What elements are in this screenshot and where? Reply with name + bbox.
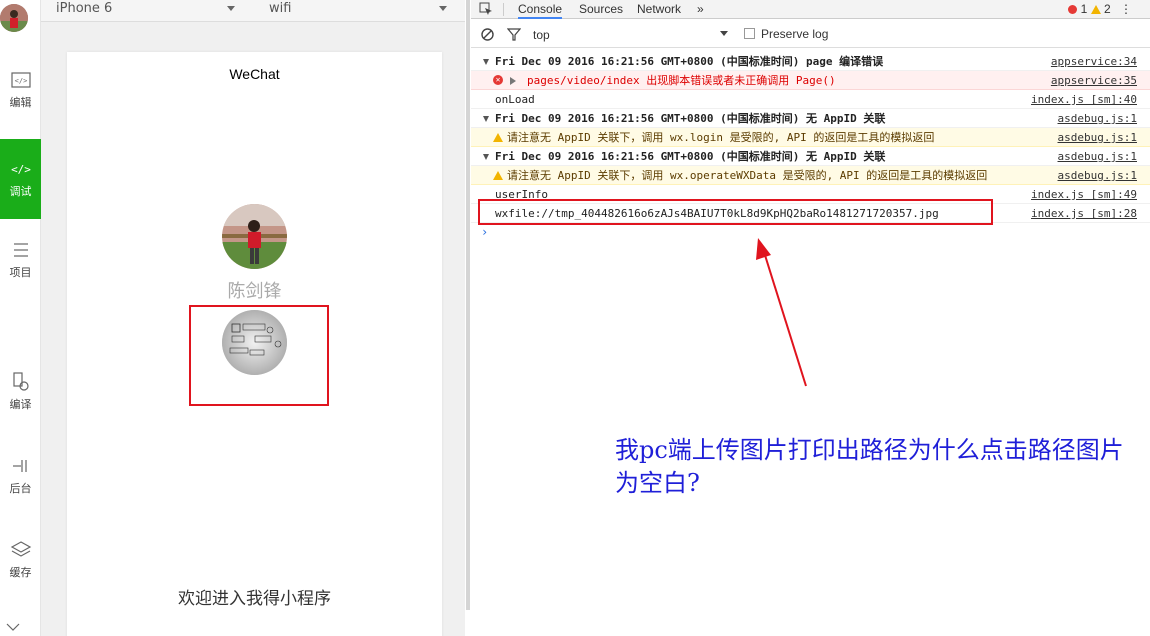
log-source-link[interactable]: index.js [sm]:28	[1031, 204, 1137, 223]
device-select[interactable]: iPhone 6	[56, 0, 112, 18]
error-count: 1	[1080, 2, 1088, 16]
chevron-down-icon[interactable]	[227, 6, 235, 11]
context-select[interactable]: top	[533, 28, 550, 42]
list-item[interactable]: 请注意无 AppID 关联下，调用 wx.login 是受限的, API 的返回…	[471, 128, 1150, 147]
menu-lines-icon	[13, 243, 28, 257]
left-sidebar: </> 编辑 </> 调试 项目 编译 后台 缓存	[0, 0, 41, 636]
highlight-box-image	[189, 305, 329, 406]
tab-divider	[503, 3, 504, 16]
sidebar-item-label: 缓存	[9, 566, 32, 579]
sidebar-item-label: 编译	[9, 398, 32, 411]
compile-icon	[12, 372, 29, 391]
network-select[interactable]: wifi	[269, 0, 291, 18]
list-item[interactable]: Fri Dec 09 2016 16:21:56 GMT+0800 (中国标准时…	[471, 147, 1150, 166]
more-vert-icon[interactable]: ⋮	[1120, 2, 1132, 16]
list-item[interactable]: Fri Dec 09 2016 16:21:56 GMT+0800 (中国标准时…	[471, 52, 1150, 71]
sidebar-item-compile[interactable]: 编译	[0, 372, 41, 412]
simulator-toolbar: iPhone 6 wifi	[41, 0, 465, 22]
sidebar-item-debug[interactable]: </> 调试	[0, 139, 41, 219]
log-source-link[interactable]: asdebug.js:1	[1058, 109, 1137, 128]
sidebar-item-cache[interactable]: 缓存	[0, 540, 41, 580]
warning-count: 2	[1103, 2, 1111, 16]
user-nickname: 陈剑锋	[227, 281, 282, 302]
list-item[interactable]: onLoad index.js [sm]:40	[471, 90, 1150, 109]
sidebar-item-label: 编辑	[9, 96, 32, 109]
chevron-down-icon[interactable]	[439, 6, 447, 11]
console-toolbar: top Preserve log	[471, 20, 1150, 48]
list-item[interactable]: Fri Dec 09 2016 16:21:56 GMT+0800 (中国标准时…	[471, 109, 1150, 128]
avatar-photo-icon	[0, 4, 28, 32]
annotation-text: 我pc端上传图片打印出路径为什么点击路径图片为空白?	[615, 436, 1124, 497]
tab-console[interactable]: Console	[518, 0, 563, 19]
log-source-link[interactable]: index.js [sm]:49	[1031, 185, 1137, 204]
svg-text:</>: </>	[14, 77, 27, 85]
clear-console-icon[interactable]	[481, 28, 494, 41]
log-source-link[interactable]: asdebug.js:1	[1058, 128, 1137, 147]
layers-icon	[10, 541, 31, 557]
code-window-icon: </>	[10, 72, 31, 88]
filter-icon[interactable]	[507, 28, 521, 41]
warning-icon	[493, 171, 503, 180]
log-message: pages/video/index 出现脚本错误或者未正确调用 Page()	[527, 74, 836, 87]
sidebar-item-background[interactable]: 后台	[0, 456, 41, 496]
tab-sources[interactable]: Sources	[579, 0, 623, 18]
sidebar-item-label: 调试	[9, 185, 32, 198]
log-source-link[interactable]: asdebug.js:1	[1058, 166, 1137, 185]
warning-icon	[1090, 5, 1101, 14]
error-icon: ✕	[493, 75, 503, 85]
list-item[interactable]: ✕ pages/video/index 出现脚本错误或者未正确调用 Page()…	[471, 71, 1150, 90]
background-icon	[12, 460, 27, 472]
expand-triangle-icon[interactable]	[483, 116, 489, 122]
preserve-log-label: Preserve log	[761, 27, 829, 41]
log-message: 请注意无 AppID 关联下，调用 wx.operateWXData 是受限的,…	[507, 169, 988, 182]
log-source-link[interactable]: index.js [sm]:40	[1031, 90, 1137, 109]
warning-icon	[493, 133, 503, 142]
sidebar-item-label: 后台	[9, 482, 32, 495]
log-source-link[interactable]: appservice:34	[1051, 52, 1137, 71]
sidebar-item-label: 项目	[9, 266, 32, 279]
tab-more[interactable]: »	[697, 0, 704, 18]
log-message: Fri Dec 09 2016 16:21:56 GMT+0800 (中国标准时…	[495, 55, 884, 68]
issue-counters[interactable]: 1 2 ⋮	[1068, 0, 1132, 18]
devtools-window: </> 编辑 </> 调试 项目 编译 后台 缓存 iPhone 6 wifi …	[0, 0, 1150, 636]
avatar-photo-icon	[222, 204, 287, 269]
svg-text:</>: </>	[11, 163, 31, 176]
log-source-link[interactable]: asdebug.js:1	[1058, 147, 1137, 166]
log-message: Fri Dec 09 2016 16:21:56 GMT+0800 (中国标准时…	[495, 112, 886, 125]
expand-triangle-icon[interactable]	[483, 154, 489, 160]
welcome-text: 欢迎进入我得小程序	[178, 589, 331, 609]
log-message: Fri Dec 09 2016 16:21:56 GMT+0800 (中国标准时…	[495, 150, 886, 163]
chevron-down-icon[interactable]	[6, 622, 20, 632]
debug-code-icon: </>	[11, 163, 31, 176]
log-message: 请注意无 AppID 关联下，调用 wx.login 是受限的, API 的返回…	[507, 131, 935, 144]
devtools-tab-bar: Console Sources Network » 1 2 ⋮	[471, 0, 1150, 19]
devtools-panel: Console Sources Network » 1 2 ⋮ top Pres…	[471, 0, 1150, 636]
preserve-log-checkbox[interactable]	[744, 28, 755, 39]
error-icon	[1068, 5, 1078, 14]
log-message: onLoad	[495, 93, 535, 106]
page-title: WeChat	[229, 66, 280, 82]
avatar[interactable]	[0, 4, 28, 32]
expand-triangle-icon[interactable]	[510, 77, 516, 85]
user-avatar[interactable]	[222, 204, 287, 269]
log-source-link[interactable]: appservice:35	[1051, 71, 1137, 90]
sidebar-item-edit[interactable]: </> 编辑	[0, 70, 41, 110]
list-item[interactable]: 请注意无 AppID 关联下，调用 wx.operateWXData 是受限的,…	[471, 166, 1150, 185]
inspect-cursor-icon[interactable]	[479, 2, 493, 16]
chevron-down-icon[interactable]	[720, 31, 728, 36]
panel-splitter[interactable]	[466, 0, 470, 610]
console-prompt[interactable]: ›	[471, 223, 1150, 241]
sidebar-item-project[interactable]: 项目	[0, 240, 41, 280]
tab-network[interactable]: Network	[637, 0, 681, 18]
highlight-box-path	[478, 199, 993, 225]
expand-triangle-icon[interactable]	[483, 59, 489, 65]
